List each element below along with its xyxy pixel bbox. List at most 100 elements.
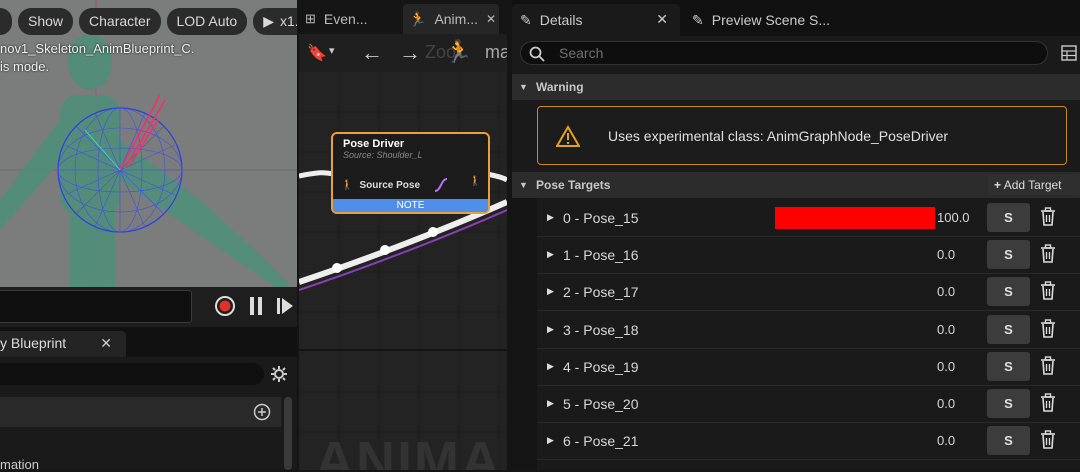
animation-viewport[interactable]: Show Character LOD Auto ▶ x1.0 nov1_Skel… [0, 0, 297, 287]
pose-weight-bar [775, 207, 935, 229]
pin-label: Source Pose [359, 179, 421, 191]
tab-anim-graph[interactable]: 🏃 Anim... ✕ [403, 4, 499, 34]
output-pose-icon[interactable]: 🚶 [469, 176, 481, 187]
collapse-caret-icon: ▼ [519, 180, 528, 190]
pose-weight-bar [775, 356, 935, 378]
expand-caret-icon[interactable]: ▶ [547, 435, 554, 446]
pose-driver-node[interactable]: Pose Driver Source: Shoulder_L 🚶 Source … [331, 132, 490, 214]
grid-view-icon[interactable] [1061, 45, 1077, 61]
pose-target-row[interactable]: ▶ 0 - Pose_15 100.0 S [537, 200, 1080, 237]
section-title: Pose Targets [536, 178, 611, 192]
blueprint-category-header[interactable] [0, 397, 281, 427]
graph-tabbar: ⊞ Even... 🏃 Anim... ✕ [299, 0, 507, 34]
pose-target-row[interactable]: ▶ 6 - Pose_21 0.0 S [537, 423, 1080, 460]
pose-name: 4 - Pose_19 [563, 359, 639, 375]
row-separator [537, 459, 1080, 460]
pose-name: 5 - Pose_20 [563, 396, 639, 412]
view-options-button[interactable] [0, 8, 12, 35]
solo-button[interactable]: S [987, 389, 1030, 418]
solo-button[interactable]: S [987, 352, 1030, 381]
pose-target-row[interactable]: ▶ 4 - Pose_19 0.0 S [537, 349, 1080, 386]
node-note: NOTE [333, 199, 488, 212]
forward-arrow-icon[interactable]: → [399, 40, 421, 66]
pause-icon[interactable] [248, 295, 264, 317]
section-title: Warning [536, 80, 584, 94]
viewport-toolbar: Show Character LOD Auto ▶ x1.0 [0, 8, 297, 35]
graph-toolbar: 🔖 ▾ ← → Zoo 🏃 ma [299, 34, 507, 72]
lod-button[interactable]: LOD Auto [166, 8, 248, 35]
expand-caret-icon[interactable]: ▶ [547, 286, 554, 297]
expand-caret-icon[interactable]: ▶ [547, 361, 554, 372]
pose-weight-fill [775, 207, 935, 229]
close-icon[interactable]: ✕ [656, 4, 668, 34]
pose-weight-bar [775, 319, 935, 341]
warning-text: Uses experimental class: AnimGraphNode_P… [608, 127, 949, 144]
back-arrow-icon[interactable]: ← [361, 40, 383, 66]
record-icon[interactable] [214, 295, 236, 317]
pose-name: 6 - Pose_21 [563, 433, 639, 449]
expand-caret-icon[interactable]: ▶ [547, 324, 554, 335]
pose-weight-bar [775, 244, 935, 266]
trash-icon[interactable] [1040, 207, 1056, 227]
solo-button[interactable]: S [987, 203, 1030, 232]
close-icon[interactable]: ✕ [486, 5, 496, 33]
solo-button[interactable]: S [987, 277, 1030, 306]
trash-icon[interactable] [1040, 319, 1056, 339]
tab-my-blueprint[interactable]: y Blueprint ✕ [0, 331, 126, 357]
timeline-scrubber[interactable] [0, 290, 192, 323]
tab-event-graph[interactable]: ⊞ Even... [305, 4, 368, 34]
collapse-caret-icon: ▼ [519, 82, 528, 92]
blueprint-scrollbar[interactable] [284, 397, 292, 470]
show-button[interactable]: Show [18, 8, 74, 35]
trash-icon[interactable] [1040, 356, 1056, 376]
solo-button[interactable]: S [987, 426, 1030, 455]
tab-label: Details [539, 12, 583, 28]
tab-preview-scene-settings[interactable]: ✎ Preview Scene S... [684, 4, 884, 36]
playback-speed-button[interactable]: ▶ x1.0 [253, 8, 297, 35]
anim-graph-panel: ⊞ Even... 🏃 Anim... ✕ 🔖 ▾ ← → Zoo 🏃 ma P… [299, 0, 507, 470]
blueprint-tabbar: y Blueprint ✕ [0, 327, 297, 357]
add-circle-icon[interactable] [253, 403, 271, 421]
trash-icon[interactable] [1040, 244, 1056, 264]
trash-icon[interactable] [1040, 430, 1056, 450]
add-target-label: Add Target [1003, 178, 1062, 192]
warning-section-header[interactable]: ▼ Warning [512, 74, 1080, 100]
tab-details[interactable]: ✎ Details ✕ [512, 4, 680, 36]
pose-target-row[interactable]: ▶ 3 - Pose_18 0.0 S [537, 312, 1080, 349]
solo-button[interactable]: S [987, 240, 1030, 269]
settings-gear-icon[interactable] [270, 365, 288, 383]
pose-target-row[interactable]: ▶ 2 - Pose_17 0.0 S [537, 274, 1080, 311]
details-search-input[interactable]: Search [520, 41, 1048, 65]
pose-weight-value: 0.0 [937, 396, 956, 411]
viewport-info-line1: nov1_Skeleton_AnimBlueprint_C. [0, 41, 195, 56]
close-icon[interactable]: ✕ [100, 331, 112, 355]
warning-triangle-icon [556, 124, 580, 147]
tab-label: Preview Scene S... [711, 12, 831, 28]
plus-icon: + [994, 178, 1002, 192]
blueprint-search-input[interactable] [0, 363, 264, 385]
step-forward-icon[interactable] [276, 295, 294, 317]
tab-label: Anim... [434, 11, 479, 27]
character-button[interactable]: Character [79, 8, 161, 35]
pose-weight-bar [775, 281, 935, 303]
solo-button[interactable]: S [987, 315, 1030, 344]
bookmark-icon[interactable]: 🔖 [307, 43, 327, 63]
source-pose-pin[interactable]: 🚶 Source Pose 🚶 [333, 172, 488, 198]
pose-weight-value: 100.0 [937, 210, 970, 225]
expand-caret-icon[interactable]: ▶ [547, 398, 554, 409]
add-target-button[interactable]: + Add Target [988, 175, 1080, 195]
event-graph-icon: ⊞ [305, 11, 316, 26]
graph-breadcrumb[interactable]: ma [485, 42, 507, 63]
trash-icon[interactable] [1040, 281, 1056, 301]
pencil-icon: ✎ [692, 12, 704, 28]
pose-weight-value: 0.0 [937, 284, 956, 299]
pencil-icon: ✎ [520, 12, 532, 28]
tab-label: y Blueprint [0, 335, 67, 351]
indent-gutter [512, 198, 537, 470]
pose-target-row[interactable]: ▶ 1 - Pose_16 0.0 S [537, 237, 1080, 274]
pose-target-row[interactable]: ▶ 5 - Pose_20 0.0 S [537, 386, 1080, 423]
expand-caret-icon[interactable]: ▶ [547, 249, 554, 260]
trash-icon[interactable] [1040, 393, 1056, 413]
expand-caret-icon[interactable]: ▶ [547, 212, 554, 223]
chevron-down-icon[interactable]: ▾ [329, 44, 335, 57]
